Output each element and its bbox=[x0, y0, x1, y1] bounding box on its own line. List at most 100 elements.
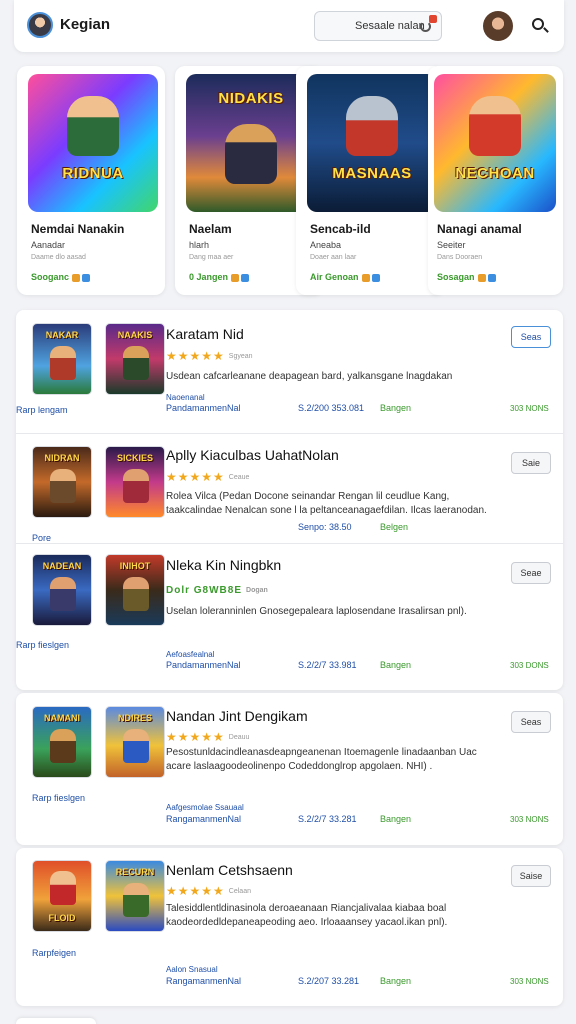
row-caption: Rarp lengam bbox=[16, 405, 68, 415]
search-input[interactable]: Sesaale nalan bbox=[314, 11, 442, 41]
featured-title: Sencab-ild bbox=[310, 222, 371, 236]
game-description: Usdean cafcarleanane deapagean bard, yal… bbox=[166, 371, 453, 382]
row-action-button[interactable]: Saie bbox=[511, 452, 551, 474]
thumbnail-figure bbox=[123, 577, 149, 611]
featured-meta: Doaer aan laar bbox=[310, 254, 357, 261]
featured-price: 0 Jangen bbox=[189, 272, 250, 282]
user-avatar[interactable] bbox=[483, 11, 513, 41]
game-title[interactable]: Karatam Nid bbox=[166, 326, 244, 342]
featured-subtitle: hlarh bbox=[189, 240, 210, 250]
row-link[interactable]: Naoenanal bbox=[166, 393, 205, 402]
row-action-button[interactable]: Seas bbox=[511, 711, 551, 733]
game-thumbnail[interactable]: RECURN bbox=[105, 860, 165, 932]
row-link[interactable]: PandamanmenNal bbox=[166, 660, 241, 670]
row-date: S.2/200 353.081 bbox=[298, 403, 365, 413]
game-title[interactable]: Aplly Kiaculbas UahatNolan bbox=[166, 447, 339, 463]
row-divider bbox=[16, 433, 563, 434]
tag-icon bbox=[361, 273, 370, 282]
row-count: 303 NONS bbox=[510, 977, 549, 986]
game-thumbnail[interactable]: NADEAN bbox=[32, 554, 92, 626]
tag-icon bbox=[371, 273, 380, 282]
brand-avatar[interactable] bbox=[27, 12, 53, 38]
rating-stars: ★★★★★ Ceaue bbox=[166, 470, 250, 484]
row-action-button[interactable]: Saise bbox=[511, 865, 551, 887]
tag-icon bbox=[241, 273, 250, 282]
game-thumbnail[interactable]: INIHOT bbox=[105, 554, 165, 626]
game-thumbnail[interactable]: NAKAR bbox=[32, 323, 92, 395]
featured-card[interactable]: MASNAAS Sencab-ild Aneaba Doaer aan laar… bbox=[296, 66, 444, 295]
featured-price: Air Genoan bbox=[310, 272, 380, 282]
row-caption: Pore bbox=[32, 533, 52, 543]
featured-cover-image: NECHOAN bbox=[434, 74, 556, 212]
game-thumbnail[interactable]: NIDRAN bbox=[32, 446, 92, 518]
row-link[interactable]: Aalon Snasual bbox=[166, 965, 218, 974]
thumbnail-label: NAKAR bbox=[45, 330, 79, 340]
thumbnail-label: NAAKIS bbox=[117, 330, 153, 340]
rating-stars: ★★★★★ Sgyean bbox=[166, 349, 253, 363]
featured-cover-image: MASNAAS bbox=[307, 74, 437, 212]
featured-cover-image: RIDNUA bbox=[28, 74, 158, 212]
row-count: 303 NONS bbox=[510, 815, 549, 824]
tag-icon bbox=[82, 273, 91, 282]
featured-card[interactable]: RIDNUA Nemdai Nanakin Aanadar Daame dlo … bbox=[17, 66, 165, 295]
rating-stars: Dolr G8WB8E Dogan bbox=[166, 585, 268, 596]
featured-meta: Dans Dooraen bbox=[437, 254, 483, 261]
featured-price: Sosagan bbox=[437, 272, 496, 282]
row-action-button[interactable]: Seas bbox=[511, 326, 551, 348]
hero-figure bbox=[67, 96, 119, 156]
thumbnail-label: FLOID bbox=[48, 913, 76, 923]
search-placeholder: Sesaale nalan bbox=[355, 20, 425, 32]
thumbnail-figure bbox=[123, 469, 149, 503]
row-caption: Rarp fieslgen bbox=[16, 640, 70, 650]
featured-meta: Daame dlo aasad bbox=[31, 254, 86, 261]
thumbnail-figure bbox=[50, 871, 76, 905]
row-action-button[interactable]: Seae bbox=[511, 562, 551, 584]
game-title[interactable]: Nenlam Cetshsaenn bbox=[166, 862, 293, 878]
rating-meta: Dogan bbox=[246, 586, 268, 594]
tag-icon bbox=[487, 273, 496, 282]
thumbnail-figure bbox=[123, 729, 149, 763]
row-link[interactable]: RangamanmenNal bbox=[166, 814, 241, 824]
brand-name: Kegian bbox=[60, 16, 111, 33]
featured-title: Naelam bbox=[189, 222, 232, 236]
game-thumbnail[interactable]: NAAKIS bbox=[105, 323, 165, 395]
featured-subtitle: Seeiter bbox=[437, 240, 466, 250]
rating-stars: ★★★★★ Deauu bbox=[166, 730, 250, 744]
thumbnail-figure bbox=[50, 729, 76, 763]
thumbnail-figure bbox=[50, 469, 76, 503]
row-link[interactable]: Aafgesmolae Ssauaal bbox=[166, 803, 244, 812]
next-card-edge bbox=[16, 1018, 96, 1024]
app-header: Kegian Sesaale nalan bbox=[14, 0, 564, 52]
rating-meta: Celaan bbox=[228, 888, 251, 896]
row-count: 303 NONS bbox=[510, 404, 549, 413]
game-thumbnail[interactable]: NDIRES bbox=[105, 706, 165, 778]
game-thumbnail[interactable]: NAMANI bbox=[32, 706, 92, 778]
featured-card[interactable]: NECHOAN Nanagi anamal Seeiter Dans Doora… bbox=[428, 66, 563, 295]
game-title[interactable]: Nleka Kin Ningbkn bbox=[166, 557, 281, 573]
row-link[interactable]: RangamanmenNal bbox=[166, 976, 241, 986]
featured-subtitle: Aneaba bbox=[310, 240, 342, 250]
thumbnail-label: SICKIES bbox=[116, 453, 153, 463]
game-thumbnail[interactable]: SICKIES bbox=[105, 446, 165, 518]
game-title[interactable]: Nandan Jint Dengikam bbox=[166, 708, 308, 724]
hero-figure bbox=[225, 124, 277, 184]
game-description: Uselan loleranninlen Gnosegepaleara lapl… bbox=[166, 606, 467, 617]
row-status: Belgen bbox=[380, 522, 409, 532]
row-divider bbox=[16, 543, 563, 544]
row-status: Bangen bbox=[380, 814, 412, 824]
featured-title: Nanagi anamal bbox=[437, 222, 522, 236]
game-thumbnail[interactable]: FLOID bbox=[32, 860, 92, 932]
cover-title: MASNAAS bbox=[332, 165, 412, 182]
cover-title: NECHOAN bbox=[455, 165, 535, 182]
row-count: 303 DONS bbox=[510, 661, 549, 670]
thumbnail-figure bbox=[123, 883, 149, 917]
featured-subtitle: Aanadar bbox=[31, 240, 66, 250]
row-link[interactable]: Aefoasfealnal bbox=[166, 650, 214, 659]
featured-meta: Dang maa aer bbox=[189, 254, 234, 261]
row-status: Bangen bbox=[380, 976, 412, 986]
row-link[interactable]: PandamanmenNal bbox=[166, 403, 241, 413]
search-icon[interactable] bbox=[532, 18, 544, 30]
game-description: Talesiddlentldinasinola deroaeanaan Rian… bbox=[166, 903, 448, 928]
game-description: Pesostunldacindleanasdeapngeanenan Itoem… bbox=[166, 747, 477, 772]
tag-icon bbox=[231, 273, 240, 282]
